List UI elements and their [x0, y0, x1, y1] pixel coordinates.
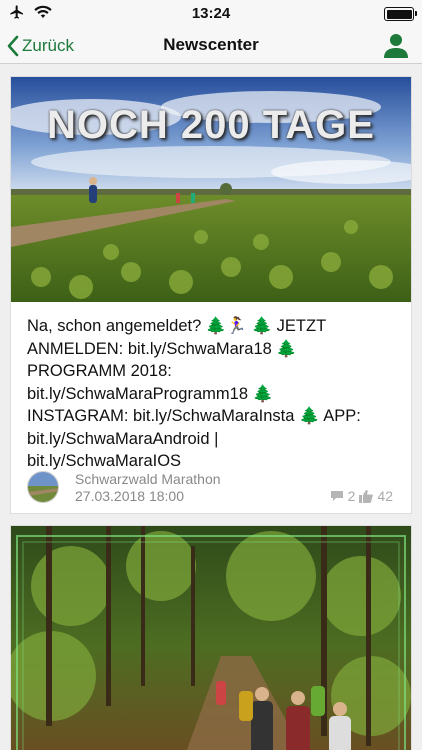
image-overlay-text: NOCH 200 TAGE [47, 103, 375, 147]
post-text-line[interactable]: ANMELDEN: bit.ly/SchwaMara18 🌲 [27, 338, 397, 361]
status-time: 13:24 [191, 5, 231, 22]
navigation-bar: Zurück Newscenter [0, 28, 422, 64]
thumbs-up-icon [359, 489, 374, 503]
status-bar: 13:24 [0, 0, 422, 28]
author-name: Schwarzwald Marathon [75, 471, 221, 487]
post-image: NOCH 200 TAGE [11, 77, 411, 302]
avatar [27, 471, 59, 503]
post-date: 27.03.2018 18:00 [75, 488, 184, 504]
news-card[interactable]: NOCH 200 TAGE Na, schon angemeldet? 🌲🏃‍♀… [10, 76, 412, 514]
post-text-line[interactable]: INSTAGRAM: bit.ly/SchwaMaraInsta 🌲 APP: [27, 405, 397, 428]
post-text: Na, schon angemeldet? 🌲🏃‍♀️ 🌲 JETZT ANME… [27, 315, 397, 473]
post-stats: 2 42 [330, 488, 393, 504]
comment-icon [330, 491, 343, 501]
post-text-line[interactable]: bit.ly/SchwaMaraAndroid | [27, 428, 397, 451]
person-icon [384, 34, 408, 58]
battery-icon [384, 7, 417, 21]
comment-count: 2 [347, 488, 356, 504]
post-image [11, 526, 411, 750]
post-text-line: Na, schon angemeldet? 🌲🏃‍♀️ 🌲 JETZT [27, 317, 327, 335]
post-text-line: PROGRAMM 2018: [27, 362, 172, 380]
post-meta: Schwarzwald Marathon 27.03.2018 18:00 2 … [27, 469, 397, 505]
profile-button[interactable] [382, 32, 410, 60]
page-title: Newscenter [163, 35, 259, 54]
like-count: 42 [377, 488, 393, 504]
post-text-line[interactable]: bit.ly/SchwaMaraProgramm18 🌲 [27, 383, 397, 406]
news-card[interactable] [10, 525, 412, 750]
post-image-forest [11, 526, 411, 750]
